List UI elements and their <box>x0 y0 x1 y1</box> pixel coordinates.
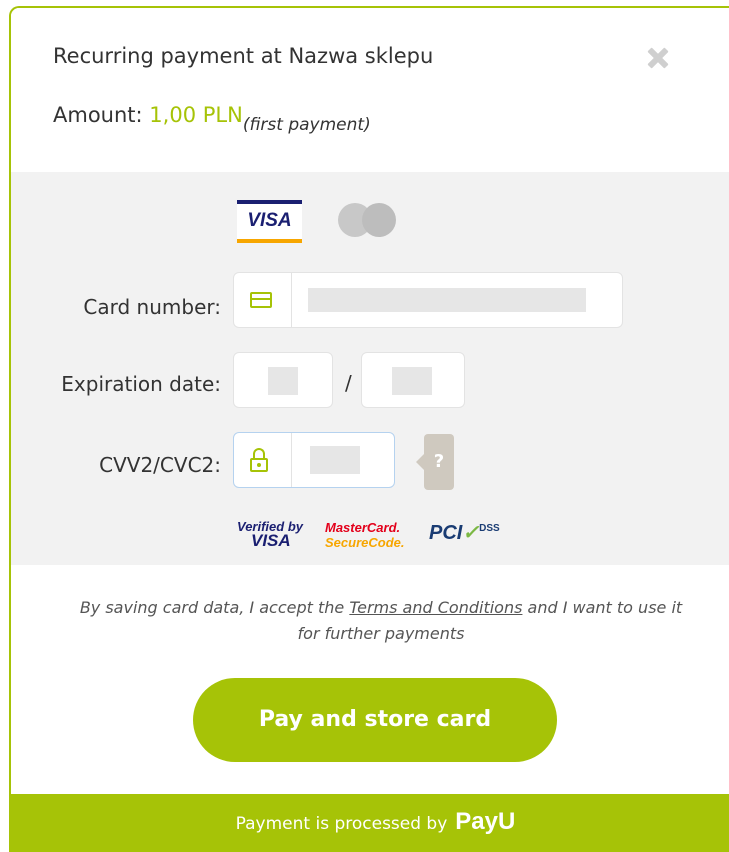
dialog-title: Recurring payment at Nazwa sklepu <box>53 44 434 68</box>
verified-by-visa-logo: Verified by VISA <box>237 519 303 550</box>
card-number-input[interactable] <box>233 272 623 328</box>
cvv-label: CVV2/CVC2: <box>99 453 221 477</box>
close-icon[interactable] <box>645 46 669 70</box>
cvv-help-button[interactable]: ? <box>416 434 454 490</box>
expiration-label: Expiration date: <box>61 372 221 396</box>
pay-and-store-card-button[interactable]: Pay and store card <box>193 678 557 762</box>
card-number-label: Card number: <box>83 295 221 319</box>
payment-dialog: Recurring payment at Nazwa sklepu Amount… <box>9 6 729 852</box>
expiration-separator: / <box>345 371 352 395</box>
expiration-month-input[interactable] <box>233 352 333 408</box>
amount-label: Amount: <box>53 103 143 127</box>
consent-text: By saving card data, I accept the Terms … <box>79 598 683 643</box>
cvv-input[interactable] <box>233 432 395 488</box>
security-logos: Verified by VISA MasterCard. SecureCode.… <box>237 518 527 558</box>
credit-card-icon <box>250 292 272 308</box>
footer: Payment is processed by PayU <box>11 794 729 852</box>
footer-text: Payment is processed by <box>235 814 448 834</box>
amount-row: Amount: 1,00 PLN(first payment) <box>53 103 371 135</box>
terms-link[interactable]: Terms and Conditions <box>349 598 522 617</box>
amount-value: 1,00 PLN <box>149 103 243 127</box>
payu-logo: PayU <box>455 808 516 835</box>
visa-logo: VISA <box>237 200 302 243</box>
dialog-header: Recurring payment at Nazwa sklepu Amount… <box>11 8 729 172</box>
expiration-year-input[interactable] <box>361 352 465 408</box>
amount-note: (first payment) <box>242 115 371 135</box>
pci-dss-logo: PCI✓DSS <box>429 522 500 544</box>
card-form-panel: VISA Card number: Expiration date: / CVV… <box>11 172 729 565</box>
mastercard-logo <box>338 203 398 237</box>
mastercard-securecode-logo: MasterCard. SecureCode. <box>325 520 405 550</box>
lock-icon <box>250 448 268 474</box>
